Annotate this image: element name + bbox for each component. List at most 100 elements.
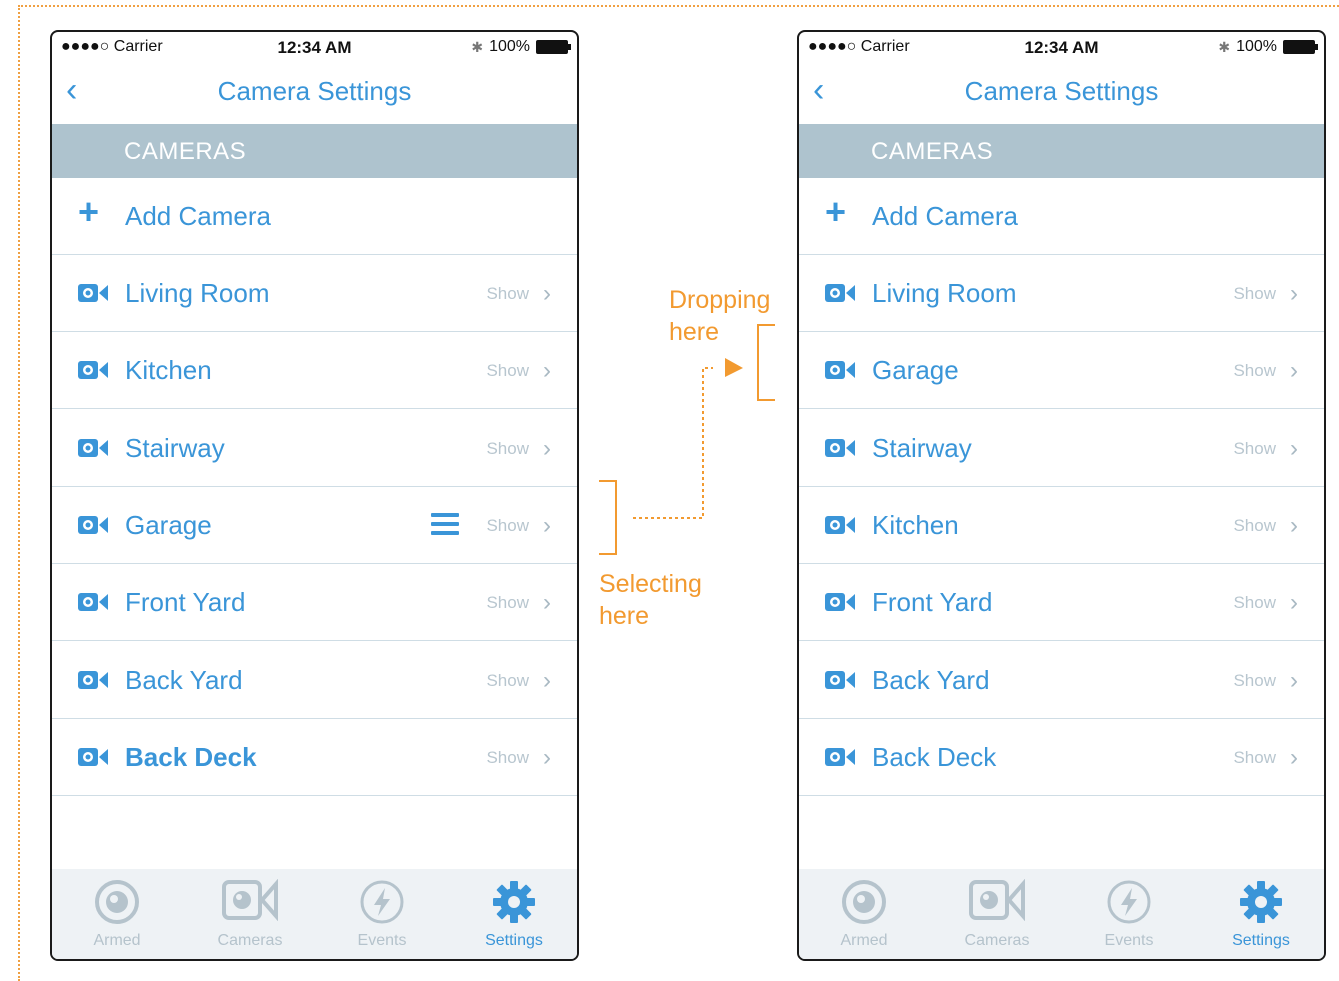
tab-label: Settings	[485, 932, 543, 949]
battery-icon	[1283, 40, 1318, 54]
tab-armed[interactable]: Armed	[804, 869, 924, 959]
tab-cameras[interactable]: Cameras	[190, 869, 310, 959]
camera-icon	[78, 438, 108, 457]
show-link[interactable]: Show	[486, 719, 529, 796]
phone-before: ●●●●○ Carrier 12:34 AM ✱ 100% ‹ Camera S…	[50, 30, 579, 961]
camera-row[interactable]: Garage Show ›	[799, 332, 1324, 410]
armed-icon	[95, 880, 139, 924]
camera-name: Living Room	[872, 278, 1017, 308]
camera-name: Back Deck	[872, 741, 997, 772]
camera-name: Kitchen	[125, 355, 212, 386]
show-link[interactable]: Show	[1233, 410, 1276, 487]
camera-name: Kitchen	[872, 509, 959, 540]
drag-arrow-annotation	[599, 324, 775, 555]
tab-bar: Armed Cameras Events Settings	[799, 869, 1324, 959]
chevron-right-icon: ›	[1290, 589, 1298, 617]
selecting-text: Selecting	[599, 570, 702, 598]
chevron-right-icon: ›	[543, 666, 551, 694]
show-link[interactable]: Show	[1233, 487, 1276, 564]
status-bar: ●●●●○ Carrier 12:34 AM ✱ 100%	[799, 32, 1324, 62]
dotted-connector	[633, 367, 713, 519]
tab-settings[interactable]: Settings	[454, 869, 574, 959]
tab-cameras[interactable]: Cameras	[937, 869, 1057, 959]
show-link[interactable]: Show	[486, 564, 529, 641]
arrow-head-icon	[725, 358, 743, 377]
chevron-right-icon: ›	[1290, 434, 1298, 462]
tab-armed[interactable]: Armed	[57, 869, 177, 959]
tab-events[interactable]: Events	[322, 869, 442, 959]
chevron-right-icon: ›	[1290, 666, 1298, 694]
chevron-right-icon: ›	[543, 511, 551, 539]
show-link[interactable]: Show	[486, 487, 529, 564]
battery-percent: 100%	[489, 38, 530, 55]
battery-indicator: ✱ 100%	[471, 38, 571, 56]
show-link[interactable]: Show	[1233, 564, 1276, 641]
camera-row[interactable]: Living Room Show ›	[799, 255, 1324, 332]
camera-row[interactable]: Back Yard Show ›	[799, 642, 1324, 719]
camera-name: Back Yard	[872, 664, 990, 695]
show-link[interactable]: Show	[1233, 332, 1276, 409]
chevron-right-icon: ›	[543, 743, 551, 771]
show-link[interactable]: Show	[486, 410, 529, 487]
camera-icon	[78, 747, 108, 766]
tab-label: Armed	[93, 932, 141, 949]
show-link[interactable]: Show	[1233, 719, 1276, 796]
camera-name: Stairway	[125, 432, 225, 463]
selecting-text-2: here	[599, 602, 650, 630]
camera-row[interactable]: Kitchen Show ›	[799, 487, 1324, 564]
events-icon	[1107, 880, 1151, 924]
chevron-right-icon: ›	[543, 434, 551, 462]
camera-icon	[78, 593, 108, 612]
camera-icon	[825, 670, 855, 689]
tab-label: Cameras	[217, 932, 283, 949]
camera-row[interactable]: Garage Show ›	[52, 487, 577, 564]
settings-gear-icon	[1240, 881, 1282, 923]
section-title: CAMERAS	[871, 138, 994, 165]
drag-handle-icon[interactable]	[431, 512, 459, 535]
camera-name: Stairway	[872, 432, 972, 463]
bluetooth-icon: ✱	[471, 38, 484, 55]
dropping-text: Dropping	[669, 286, 771, 314]
camera-row[interactable]: Living Room Show ›	[52, 255, 577, 332]
camera-row[interactable]: Stairway Show ›	[799, 410, 1324, 487]
tab-label: Settings	[1232, 932, 1290, 949]
armed-icon	[842, 880, 886, 924]
camera-row[interactable]: Kitchen Show ›	[52, 332, 577, 410]
camera-icon	[78, 361, 108, 380]
camera-name: Front Yard	[872, 587, 993, 618]
phone-after: ●●●●○ Carrier 12:34 AM ✱ 100% ‹ Camera S…	[797, 30, 1326, 961]
add-camera-row[interactable]: + Add Camera	[799, 178, 1324, 255]
camera-name: Front Yard	[125, 587, 246, 618]
tab-label: Events	[1104, 932, 1154, 949]
tab-label: Cameras	[964, 932, 1030, 949]
camera-icon	[825, 747, 855, 766]
add-camera-row[interactable]: + Add Camera	[52, 178, 577, 255]
camera-name: Back Yard	[125, 664, 243, 695]
page-title: Camera Settings	[217, 76, 412, 106]
show-link[interactable]: Show	[486, 642, 529, 719]
tab-settings[interactable]: Settings	[1201, 869, 1321, 959]
show-link[interactable]: Show	[486, 255, 529, 332]
camera-name: Garage	[125, 509, 212, 540]
camera-row[interactable]: Back Yard Show ›	[52, 642, 577, 719]
camera-row[interactable]: Back Deck Show ›	[799, 719, 1324, 796]
chevron-right-icon: ›	[1290, 511, 1298, 539]
cameras-icon	[222, 879, 278, 921]
chevron-right-icon: ›	[1290, 357, 1298, 385]
camera-row[interactable]: Front Yard Show ›	[799, 564, 1324, 642]
add-camera-label: Add Camera	[125, 201, 271, 231]
show-link[interactable]: Show	[486, 332, 529, 409]
nav-bar: ‹ Camera Settings	[52, 62, 577, 124]
section-header: CAMERAS	[52, 124, 577, 178]
selecting-annotation: Selecting here	[599, 568, 702, 632]
tab-events[interactable]: Events	[1069, 869, 1189, 959]
show-link[interactable]: Show	[1233, 255, 1276, 332]
camera-name: Garage	[872, 355, 959, 386]
show-link[interactable]: Show	[1233, 642, 1276, 719]
camera-row[interactable]: Stairway Show ›	[52, 410, 577, 487]
battery-indicator: ✱ 100%	[1218, 38, 1318, 56]
camera-row[interactable]: Back Deck Show ›	[52, 719, 577, 796]
camera-row[interactable]: Front Yard Show ›	[52, 564, 577, 642]
chevron-right-icon: ›	[543, 357, 551, 385]
camera-icon	[825, 361, 855, 380]
